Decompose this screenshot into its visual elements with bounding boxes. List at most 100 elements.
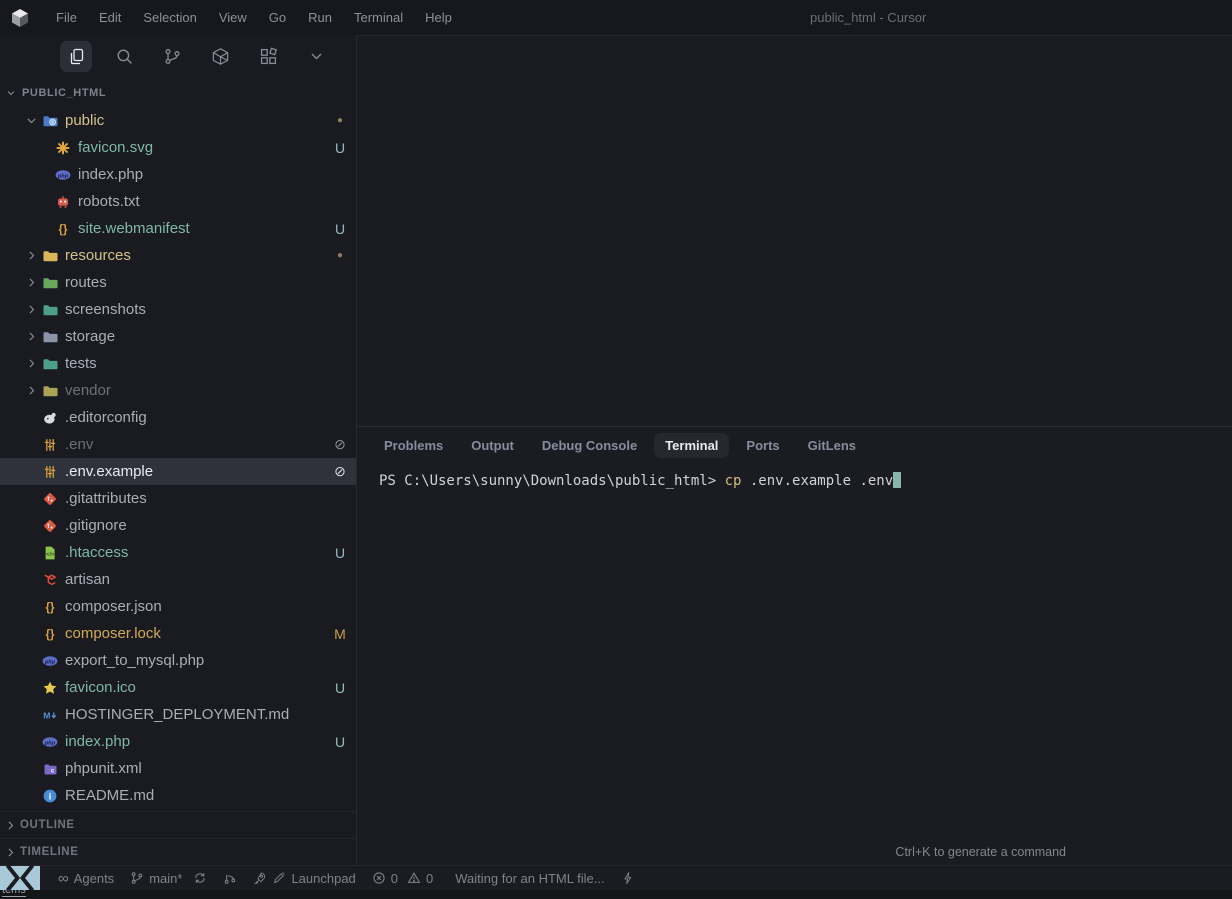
chevron-right-icon (20, 276, 42, 289)
terminal-command: cp (725, 473, 742, 489)
section-timeline[interactable]: TIMELINE (0, 838, 356, 865)
sidebar-pinned-sections: OUTLINE TIMELINE (0, 811, 356, 865)
problems-counter[interactable]: 0 0 (372, 871, 433, 886)
menu-view[interactable]: View (208, 0, 258, 35)
more-views-chevron-icon[interactable] (300, 41, 332, 72)
panel-tab-bar: ProblemsOutputDebug ConsoleTerminalPorts… (357, 427, 1232, 464)
tree-item-artisan[interactable]: artisan (0, 566, 356, 593)
chevron-down-icon (20, 114, 42, 127)
panel-tab-debug-console[interactable]: Debug Console (531, 433, 648, 458)
tree-item-index.php[interactable]: phpindex.php (0, 161, 356, 188)
tree-item-robots.txt[interactable]: robots.txt (0, 188, 356, 215)
folder-tests-icon (42, 356, 58, 372)
menu-help[interactable]: Help (414, 0, 463, 35)
empty-editor (357, 36, 1232, 426)
panel-tab-ports[interactable]: Ports (735, 433, 790, 458)
git-branch-button[interactable]: main* (130, 871, 207, 886)
agents-button[interactable]: ∞ Agents (58, 871, 114, 886)
cube-icon[interactable] (204, 41, 236, 72)
menu-edit[interactable]: Edit (88, 0, 132, 35)
tree-item-favicon.ico[interactable]: favicon.icoU (0, 674, 356, 701)
menu-run[interactable]: Run (297, 0, 343, 35)
menu-selection[interactable]: Selection (132, 0, 207, 35)
file-label: site.webmanifest (78, 220, 327, 237)
section-outline[interactable]: OUTLINE (0, 811, 356, 838)
file-label: tests (65, 355, 347, 372)
explorer-icon[interactable] (60, 41, 92, 72)
file-label: index.php (65, 733, 327, 750)
tree-item-screenshots[interactable]: screenshots (0, 296, 356, 323)
php-icon: php (42, 653, 58, 669)
file-label: README.md (65, 787, 347, 804)
robot-icon (55, 194, 71, 210)
tree-item-phpunit.xml[interactable]: cphpunit.xml (0, 755, 356, 782)
tree-item-storage[interactable]: storage (0, 323, 356, 350)
tree-item-readme.md[interactable]: i README.md (0, 782, 356, 809)
panel-tab-problems[interactable]: Problems (373, 433, 454, 458)
file-label: favicon.svg (78, 139, 327, 156)
tree-item-public[interactable]: public● (0, 107, 356, 134)
tree-item-composer.json[interactable]: {}composer.json (0, 593, 356, 620)
tree-item-resources[interactable]: resources● (0, 242, 356, 269)
search-icon[interactable] (108, 41, 140, 72)
svg-text:i: i (49, 791, 52, 801)
tree-item-.editorconfig[interactable]: .editorconfig (0, 404, 356, 431)
tree-item-hostinger_deployment.md[interactable]: MHOSTINGER_DEPLOYMENT.md (0, 701, 356, 728)
tree-item-.env[interactable]: .env⊘ (0, 431, 356, 458)
status-message[interactable]: Waiting for an HTML file... (455, 871, 604, 886)
braces-icon: {} (42, 626, 58, 642)
panel-tab-terminal[interactable]: Terminal (654, 433, 729, 458)
tree-item-routes[interactable]: routes (0, 269, 356, 296)
file-label: artisan (65, 571, 347, 588)
readme-icon: i (42, 788, 58, 804)
tree-item-index.php[interactable]: phpindex.phpU (0, 728, 356, 755)
panel-tab-gitlens[interactable]: GitLens (797, 433, 867, 458)
file-label: composer.lock (65, 625, 327, 642)
tree-item-favicon.svg[interactable]: favicon.svgU (0, 134, 356, 161)
tree-item-site.webmanifest[interactable]: {} site.webmanifest U (0, 215, 356, 242)
menu-go[interactable]: Go (258, 0, 297, 35)
pen-rocket-icon (272, 871, 286, 885)
git-icon (42, 491, 58, 507)
file-label: storage (65, 328, 347, 345)
svg-text:php: php (44, 659, 56, 665)
cursor-logo-icon (9, 7, 31, 29)
menu-terminal[interactable]: Terminal (343, 0, 414, 35)
file-label: .htaccess (65, 544, 327, 561)
git-status-badge: U (333, 734, 347, 750)
explorer-section-header[interactable]: PUBLIC_HTML (0, 78, 356, 107)
bolt-button[interactable] (621, 871, 635, 885)
git-status-badge: U (333, 545, 347, 561)
extensions-icon[interactable] (252, 41, 284, 72)
chevron-right-icon (20, 303, 42, 316)
tree-item-.htaccess[interactable]: </> .htaccess U (0, 539, 356, 566)
tree-item-vendor[interactable]: vendor (0, 377, 356, 404)
tree-item-tests[interactable]: tests (0, 350, 356, 377)
section-label: TIMELINE (20, 846, 78, 858)
tree-item-.gitattributes[interactable]: .gitattributes (0, 485, 356, 512)
tree-item-.env.example[interactable]: .env.example⊘ (0, 458, 356, 485)
svg-text:php: php (57, 173, 69, 179)
file-label: .editorconfig (65, 409, 347, 426)
launchpad-button[interactable]: Launchpad (253, 871, 355, 886)
tree-item-composer.lock[interactable]: {}composer.lockM (0, 620, 356, 647)
tree-item-export_to_mysql.php[interactable]: phpexport_to_mysql.php (0, 647, 356, 674)
menu-file[interactable]: File (45, 0, 88, 35)
bottom-panel: ProblemsOutputDebug ConsoleTerminalPorts… (357, 426, 1232, 865)
panel-tab-output[interactable]: Output (460, 433, 525, 458)
ignored-badge: ⊘ (333, 436, 347, 453)
svg-text:{}: {} (59, 224, 68, 236)
git-status-badge: U (333, 221, 347, 237)
git-graph-button[interactable] (223, 871, 237, 885)
tree-item-.gitignore[interactable]: .gitignore (0, 512, 356, 539)
source-control-icon[interactable] (156, 41, 188, 72)
file-label: routes (65, 274, 347, 291)
terminal-view[interactable]: PS C:\Users\sunny\Downloads\public_html>… (357, 464, 1232, 865)
terminal-cursor (893, 472, 901, 488)
remote-indicator[interactable] (0, 866, 40, 890)
file-label: public (65, 112, 327, 129)
svg-text:</>: </> (46, 552, 55, 558)
htaccess-icon: </> (42, 545, 58, 561)
file-label: robots.txt (78, 193, 347, 210)
file-label: .gitignore (65, 517, 347, 534)
